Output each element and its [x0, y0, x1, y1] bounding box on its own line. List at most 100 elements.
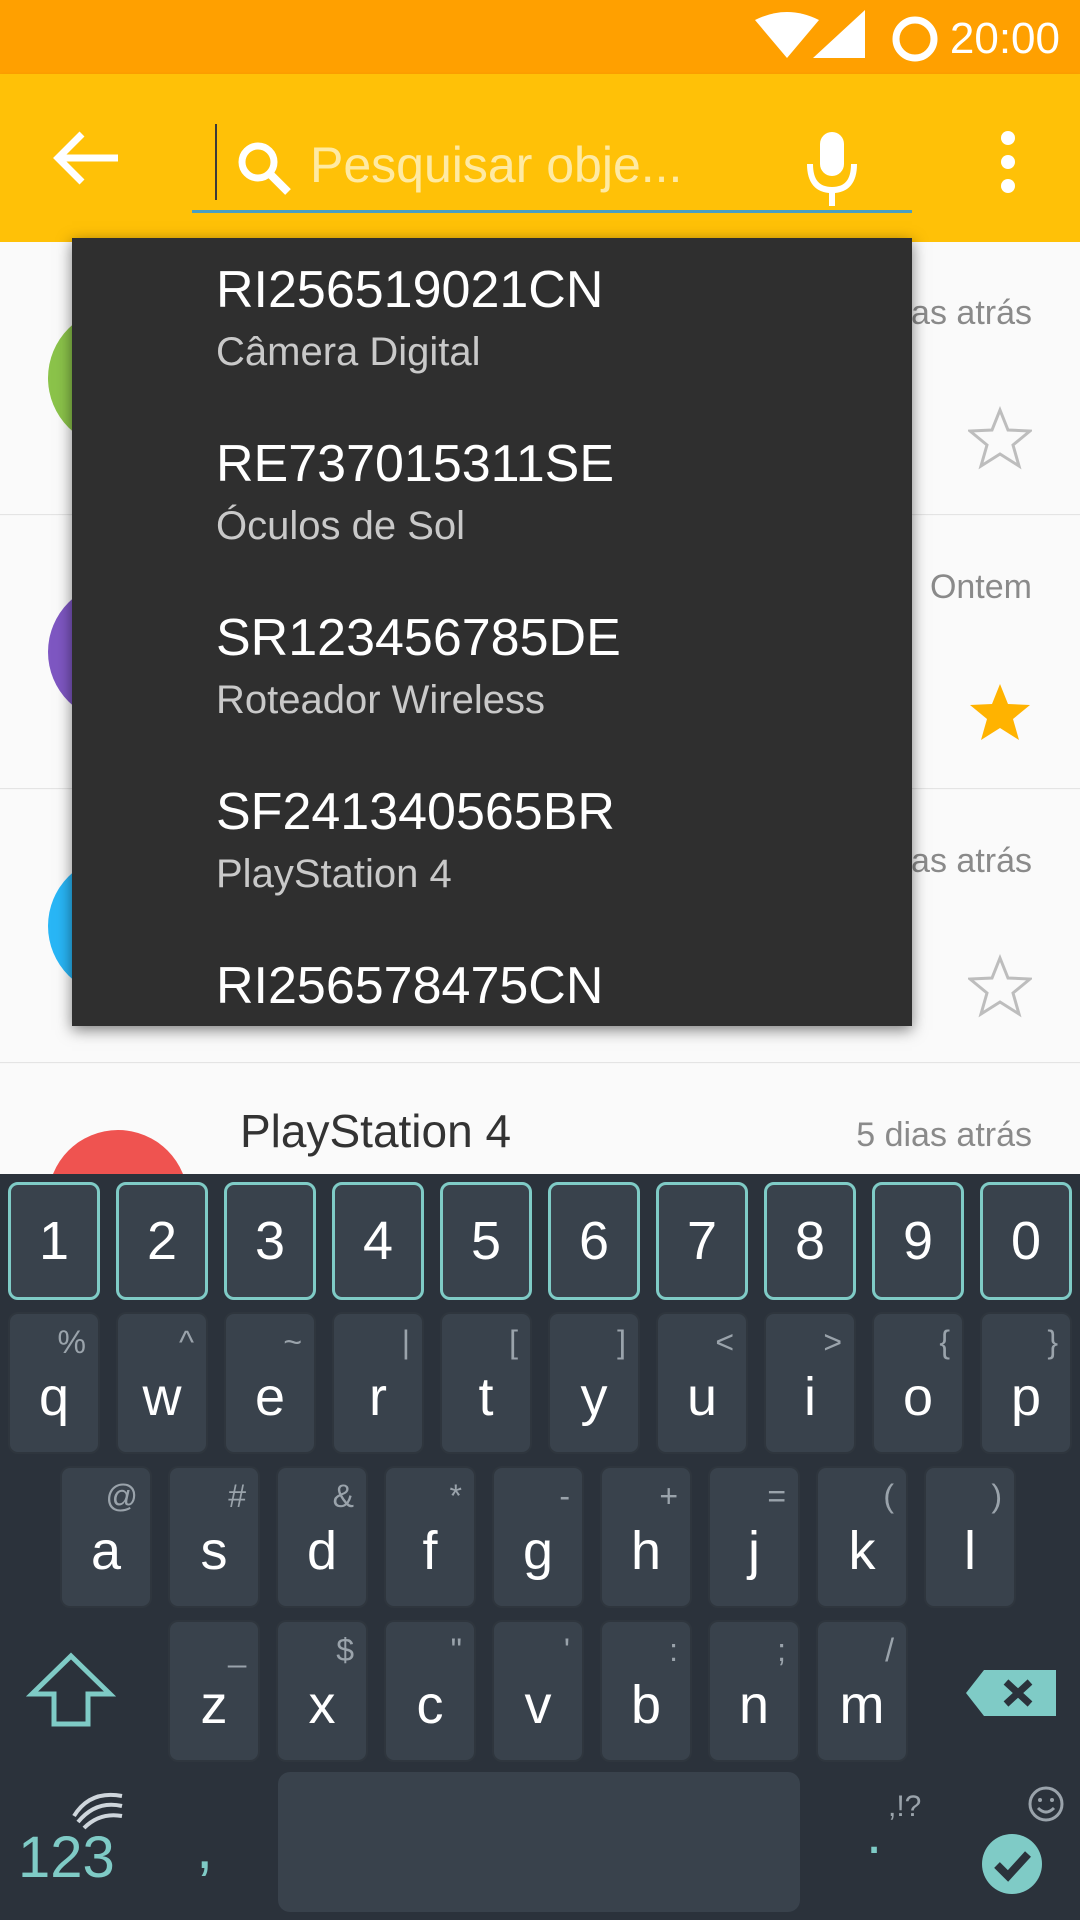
cell-signal-icon — [813, 10, 865, 58]
key-g[interactable]: -g — [492, 1466, 584, 1608]
key-label: i — [804, 1367, 816, 1427]
key-t[interactable]: [t — [440, 1312, 532, 1454]
key-label: q — [38, 1367, 70, 1427]
key-y[interactable]: ] y — [548, 1312, 640, 1454]
key-e[interactable]: ~ e — [224, 1312, 316, 1454]
star-outline-icon[interactable] — [968, 954, 1032, 1018]
key-alt-label: % — [57, 1324, 86, 1360]
back-arrow-icon[interactable] — [50, 128, 120, 188]
key-m[interactable]: / m — [816, 1620, 908, 1762]
number-key-2[interactable]: 2 — [116, 1182, 208, 1300]
suggestion-name: Óculos de Sol — [216, 504, 466, 548]
key-q[interactable]: % q — [8, 1312, 100, 1454]
key-l[interactable]: ) l — [924, 1466, 1016, 1608]
key-n[interactable]: ; n — [708, 1620, 800, 1762]
key-label: d — [306, 1521, 338, 1581]
key-k[interactable]: (k — [816, 1466, 908, 1608]
star-filled-icon[interactable] — [968, 680, 1032, 744]
emoji-icon[interactable] — [1026, 1784, 1066, 1824]
key-p[interactable]: } p — [980, 1312, 1072, 1454]
key-f[interactable]: * f — [384, 1466, 476, 1608]
number-key-0[interactable]: 0 — [980, 1182, 1072, 1300]
key-u[interactable]: < u — [656, 1312, 748, 1454]
key-r[interactable]: | r — [332, 1312, 424, 1454]
key-label: l — [964, 1521, 976, 1581]
punctuation-hint: ,!? — [888, 1790, 922, 1823]
key-label: m — [839, 1675, 885, 1735]
overflow-menu-icon[interactable] — [988, 130, 1028, 194]
number-key-7[interactable]: 7 — [656, 1182, 748, 1300]
suggestion-item[interactable]: SF241340565BR PlayStation 4 — [72, 760, 912, 934]
key-alt-label: & — [332, 1478, 354, 1514]
key-x[interactable]: $ x — [276, 1620, 368, 1762]
key-w[interactable]: ^ w — [116, 1312, 208, 1454]
key-label: f — [422, 1521, 438, 1581]
swiftkey-logo-icon — [72, 1793, 123, 1830]
key-a[interactable]: @ a — [60, 1466, 152, 1608]
item-time: 5 dias atrás — [856, 1116, 1032, 1154]
key-d[interactable]: & d — [276, 1466, 368, 1608]
key-c[interactable]: " c — [384, 1620, 476, 1762]
suggestion-name: PlayStation 4 — [216, 852, 452, 896]
comma-key[interactable]: , — [196, 1812, 213, 1883]
enter-checkmark-icon[interactable] — [980, 1832, 1044, 1896]
key-alt-label: > — [823, 1324, 842, 1360]
number-key-3[interactable]: 3 — [224, 1182, 316, 1300]
number-key-5[interactable]: 5 — [440, 1182, 532, 1300]
mode-switch-key[interactable]: 123 — [18, 1824, 115, 1891]
key-alt-label: # — [228, 1478, 246, 1514]
text-cursor — [215, 124, 217, 200]
number-key-9[interactable]: 9 — [872, 1182, 964, 1300]
key-alt-label: _ — [228, 1632, 246, 1668]
key-alt-label: @ — [105, 1478, 138, 1514]
key-label: r — [369, 1367, 387, 1427]
key-alt-label: ' — [563, 1632, 570, 1668]
key-label: h — [630, 1521, 662, 1581]
key-alt-label: * — [449, 1478, 462, 1514]
item-time: Ontem — [929, 568, 1032, 606]
key-label: e — [254, 1367, 286, 1427]
suggestion-item[interactable]: SR123456785DE Roteador Wireless — [72, 586, 912, 760]
key-h[interactable]: + h — [600, 1466, 692, 1608]
key-j[interactable]: = j — [708, 1466, 800, 1608]
key-alt-label: ( — [883, 1478, 894, 1514]
search-icon — [238, 142, 291, 195]
key-label: j — [748, 1521, 760, 1581]
number-key-1[interactable]: 1 — [8, 1182, 100, 1300]
key-label: v — [524, 1675, 552, 1735]
suggestion-code: RI256578475CN — [216, 957, 604, 1015]
search-input[interactable] — [308, 126, 732, 204]
app-toolbar — [0, 74, 1080, 242]
number-key-4[interactable]: 4 — [332, 1182, 424, 1300]
key-alt-label: ^ — [178, 1324, 194, 1360]
key-i[interactable]: > i — [764, 1312, 856, 1454]
key-label: o — [902, 1367, 934, 1427]
backspace-icon[interactable] — [964, 1668, 1058, 1718]
key-s[interactable]: # s — [168, 1466, 260, 1608]
key-v[interactable]: ' v — [492, 1620, 584, 1762]
suggestion-name: Roteador Wireless — [216, 678, 546, 722]
key-label: z — [200, 1675, 228, 1735]
key-label: a — [90, 1521, 122, 1581]
suggestion-code: RE737015311SE — [216, 435, 615, 493]
key-label: y — [580, 1367, 608, 1427]
space-bar[interactable] — [278, 1772, 800, 1912]
key-z[interactable]: _ z — [168, 1620, 260, 1762]
suggestion-dropdown: RI256519021CN Câmera Digital RE737015311… — [72, 238, 912, 1026]
number-key-8[interactable]: 8 — [764, 1182, 856, 1300]
suggestion-item[interactable]: RE737015311SE Óculos de Sol — [72, 412, 912, 586]
key-o[interactable]: {o — [872, 1312, 964, 1454]
period-key[interactable]: . — [866, 1800, 882, 1867]
clock: 20:00 — [949, 14, 1060, 63]
key-alt-label: | — [401, 1324, 410, 1360]
suggestion-item[interactable]: RI256578475CN — [72, 934, 912, 1026]
shift-icon[interactable] — [26, 1652, 116, 1728]
number-key-6[interactable]: 6 — [548, 1182, 640, 1300]
star-outline-icon[interactable] — [968, 406, 1032, 470]
key-b[interactable]: :b — [600, 1620, 692, 1762]
search-box[interactable] — [192, 118, 912, 213]
key-alt-label: + — [659, 1478, 678, 1514]
item-title: PlayStation 4 — [240, 1105, 512, 1157]
microphone-icon[interactable] — [804, 130, 860, 208]
suggestion-item[interactable]: RI256519021CN Câmera Digital — [72, 238, 912, 412]
